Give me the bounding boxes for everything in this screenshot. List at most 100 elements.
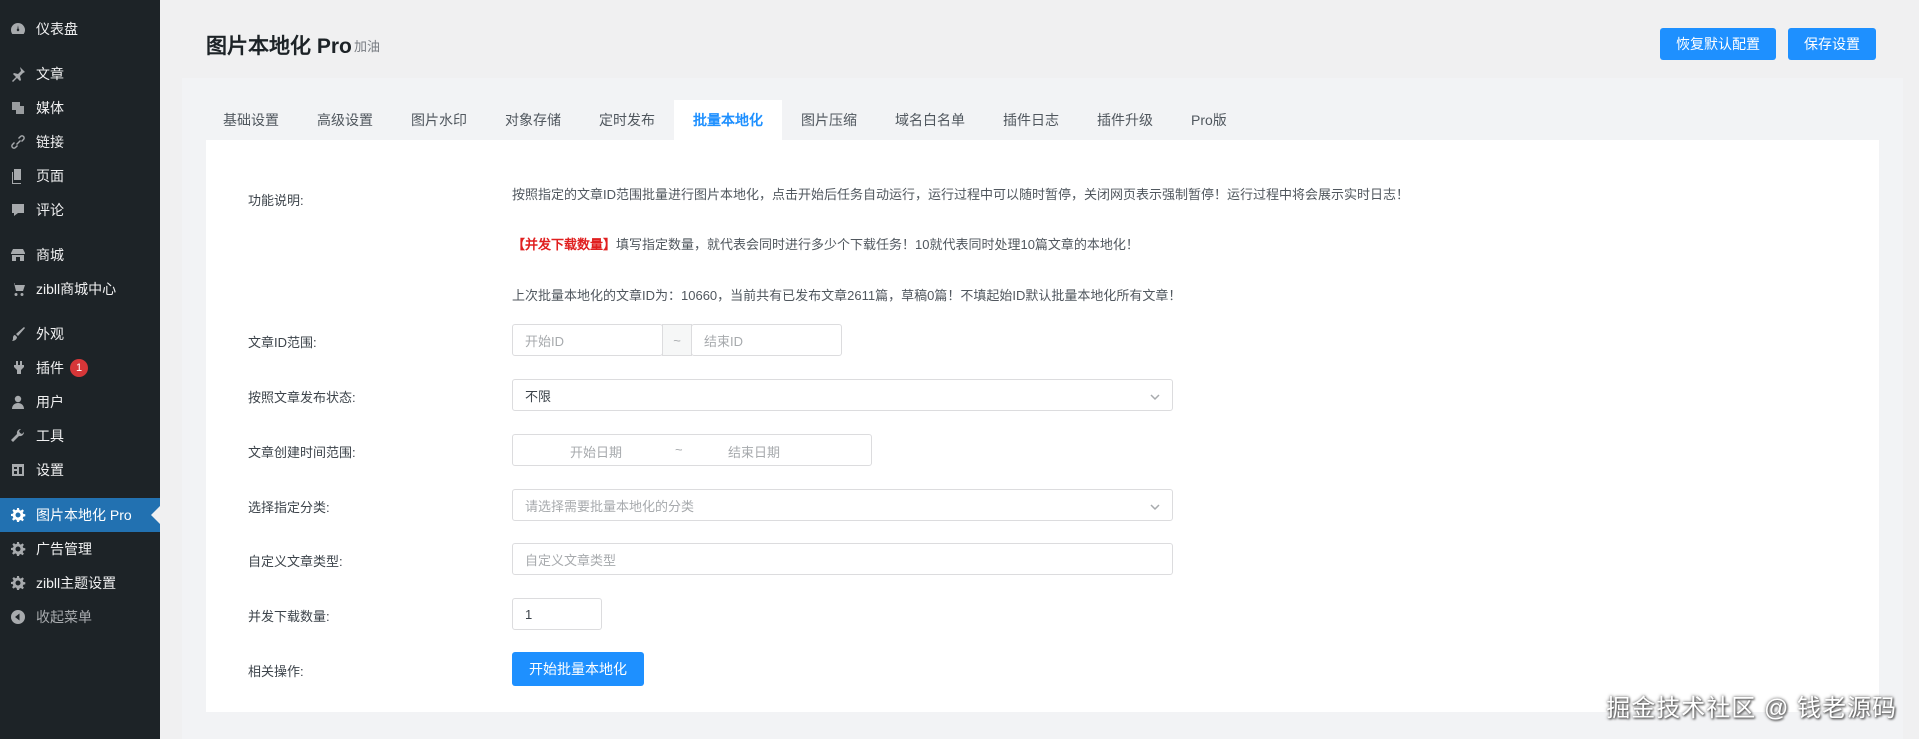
brush-icon [8,324,28,344]
concurrency-label: 并发下载数量: [248,609,330,624]
tab-scheduled-publish[interactable]: 定时发布 [580,100,674,140]
sidebar-item-plugins[interactable]: 插件 1 [0,351,160,385]
tab-domain-whitelist[interactable]: 域名白名单 [876,100,984,140]
sidebar-item-store[interactable]: 商城 [0,238,160,272]
sidebar-item-users[interactable]: 用户 [0,385,160,419]
page-title: 图片本地化 Pro [206,35,352,58]
settings-icon [8,460,28,480]
media-icon [8,98,28,118]
sidebar-item-label: 用户 [36,394,64,410]
publish-status-value: 不限 [525,388,552,404]
tab-basic[interactable]: 基础设置 [204,100,298,140]
sidebar-item-label: 媒体 [36,100,64,116]
sidebar-collapse-menu[interactable]: 收起菜单 [0,600,160,634]
settings-tabs: 基础设置 高级设置 图片水印 对象存储 定时发布 批量本地化 图片压缩 域名白名… [182,100,1246,140]
sidebar-item-label: 图片本地化 Pro [36,507,132,523]
sidebar-item-label: 广告管理 [36,541,92,557]
link-icon [8,132,28,152]
post-type-label: 自定义文章类型: [248,554,343,569]
tab-advanced[interactable]: 高级设置 [298,100,392,140]
wrench-icon [8,426,28,446]
tab-watermark[interactable]: 图片水印 [392,100,486,140]
tab-object-storage[interactable]: 对象存储 [486,100,580,140]
start-id-input[interactable]: 开始ID [512,324,663,356]
sidebar-item-zibll-store[interactable]: zibll商城中心 [0,272,160,306]
sidebar-item-ads[interactable]: 广告管理 [0,532,160,566]
restore-defaults-button[interactable]: 恢复默认配置 [1660,28,1776,60]
batch-localize-form: 功能说明: 按照指定的文章ID范围批量进行图片本地化，点击开始后任务自动运行，运… [206,140,1879,712]
sidebar-item-dashboard[interactable]: 仪表盘 [0,12,160,46]
category-placeholder: 请选择需要批量本地化的分类 [525,498,695,514]
sidebar-item-zibll-theme[interactable]: zibll主题设置 [0,566,160,600]
sidebar-item-label: 评论 [36,202,64,218]
category-label: 选择指定分类: [248,500,330,515]
date-range-label: 文章创建时间范围: [248,445,356,460]
plugin-update-badge: 1 [70,359,88,377]
sidebar-item-label: 链接 [36,134,64,150]
concurrency-desc: 填写指定数量，就代表会同时进行多少个下载任务！10就代表同时处理10篇文章的本地… [616,237,1139,252]
sidebar-item-label: 外观 [36,326,64,342]
sidebar-item-posts[interactable]: 文章 [0,57,160,91]
sidebar-item-appearance[interactable]: 外观 [0,317,160,351]
tab-batch-localize[interactable]: 批量本地化 [674,100,782,140]
sidebar-item-label: 设置 [36,462,64,478]
sidebar-item-label: 商城 [36,247,64,263]
end-id-input[interactable]: 结束ID [691,324,842,356]
comment-icon [8,200,28,220]
sidebar-item-media[interactable]: 媒体 [0,91,160,125]
sidebar-item-image-localize-pro[interactable]: 图片本地化 Pro [0,498,160,532]
sidebar-item-settings[interactable]: 设置 [0,453,160,487]
collapse-icon [8,607,28,627]
sidebar-item-label: 页面 [36,168,64,184]
tab-plugin-upgrade[interactable]: 插件升级 [1078,100,1172,140]
sidebar-item-pages[interactable]: 页面 [0,159,160,193]
sidebar-item-links[interactable]: 链接 [0,125,160,159]
sidebar-item-label: zibll商城中心 [36,281,117,297]
id-range-label: 文章ID范围: [248,335,317,350]
watermark-text: 掘金技术社区 @ 钱老源码 [1606,695,1897,722]
admin-sidebar: 仪表盘 文章 媒体 链接 页面 评论 商城 zibll商城中心 外观 插件 1 [0,0,160,739]
concurrency-input[interactable]: 1 [512,598,602,630]
gear-icon [8,573,28,593]
date-range-picker[interactable]: 开始日期 ~ 结束日期 [512,434,872,466]
cart-icon [8,279,28,299]
sidebar-item-label: 仪表盘 [36,21,78,37]
chevron-down-icon [1150,500,1160,511]
dashboard-icon [8,19,28,39]
id-range-separator: ~ [662,324,692,356]
sidebar-item-label: 文章 [36,66,64,82]
start-batch-localize-button[interactable]: 开始批量本地化 [512,652,644,686]
sidebar-item-label: 收起菜单 [36,609,92,625]
chevron-down-icon [1150,390,1160,401]
end-date-input[interactable]: 结束日期 [728,442,780,461]
gear-icon [8,505,28,525]
tab-pro[interactable]: Pro版 [1172,100,1246,140]
gear-icon [8,539,28,559]
tab-plugin-log[interactable]: 插件日志 [984,100,1078,140]
pin-icon [8,64,28,84]
actions-label: 相关操作: [248,664,304,679]
page-icon [8,166,28,186]
settings-panel: 基础设置 高级设置 图片水印 对象存储 定时发布 批量本地化 图片压缩 域名白名… [182,78,1903,739]
tab-image-compress[interactable]: 图片压缩 [782,100,876,140]
start-date-input[interactable]: 开始日期 [570,442,622,461]
page-subtitle: 加油 [354,39,381,54]
publish-status-select[interactable]: 不限 [512,379,1173,411]
category-select[interactable]: 请选择需要批量本地化的分类 [512,489,1173,521]
post-type-input[interactable]: 自定义文章类型 [512,543,1173,575]
function-desc-text-3: 上次批量本地化的文章ID为：10660，当前共有已发布文章2611篇，草稿0篇！… [512,288,1182,303]
function-desc-text-1: 按照指定的文章ID范围批量进行图片本地化，点击开始后任务自动运行，运行过程中可以… [512,187,1410,202]
sidebar-item-comments[interactable]: 评论 [0,193,160,227]
publish-status-label: 按照文章发布状态: [248,390,356,405]
function-desc-text-2: 【并发下载数量】填写指定数量，就代表会同时进行多少个下载任务！10就代表同时处理… [512,234,1139,253]
sidebar-item-tools[interactable]: 工具 [0,419,160,453]
save-settings-button[interactable]: 保存设置 [1788,28,1876,60]
plugin-icon [8,358,28,378]
date-range-separator: ~ [675,442,683,457]
sidebar-item-label: 工具 [36,428,64,444]
sidebar-item-label: zibll主题设置 [36,575,117,591]
sidebar-item-label: 插件 [36,360,64,376]
concurrency-highlight: 【并发下载数量】 [512,237,617,252]
store-icon [8,245,28,265]
user-icon [8,392,28,412]
